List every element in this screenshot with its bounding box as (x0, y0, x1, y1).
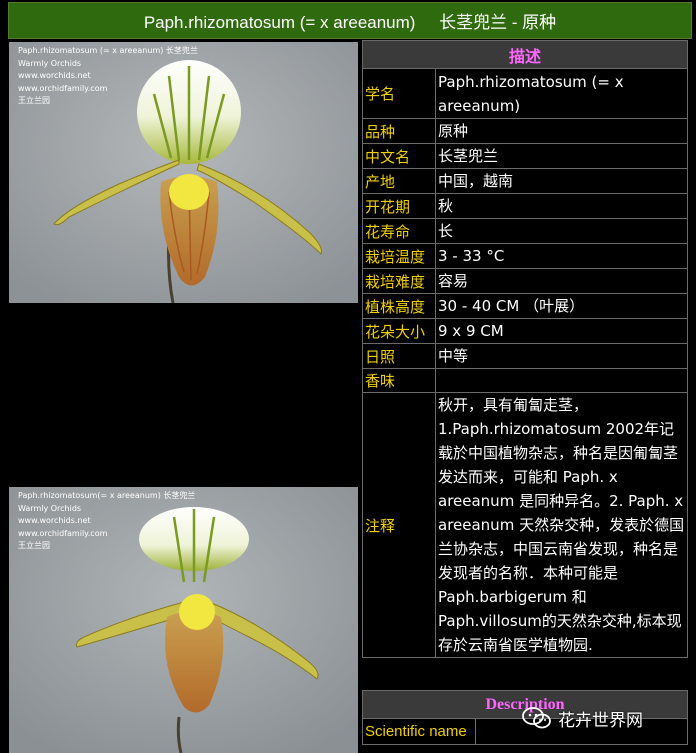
orchid-photo-1: Paph.rhizomatosum (= x areeanum) 长茎兜兰 Wa… (9, 42, 358, 303)
row-key: 花寿命 (362, 218, 436, 244)
row-key: 栽培难度 (362, 268, 436, 294)
row-key: 植株高度 (362, 293, 436, 319)
row-value (435, 368, 688, 393)
row-key: 花朵大小 (362, 318, 436, 344)
row-value: 中等 (435, 343, 688, 369)
row-key: 中文名 (362, 143, 436, 169)
photo-watermark-1: Paph.rhizomatosum (= x areeanum) 长茎兜兰 Wa… (18, 46, 198, 105)
row-key: 品种 (362, 118, 436, 144)
row-value: 容易 (435, 268, 688, 294)
wechat-icon (522, 707, 551, 729)
row-value: 长 (435, 218, 688, 244)
row-value: 30 - 40 CM （叶展） (435, 293, 688, 319)
description-header: 描述 (362, 40, 688, 69)
row-key: 学名 (362, 68, 436, 119)
row-key: 栽培温度 (362, 243, 436, 269)
row-value: 3 - 33 °C (435, 243, 688, 269)
description-table: 描述 学名 Paph.rhizomatosum (= x areeanum) 品种… (362, 40, 688, 658)
row-key: 香味 (362, 368, 436, 393)
row-value: 中国，越南 (435, 168, 688, 194)
row-key: 产地 (362, 168, 436, 194)
source-badge: 花卉世界网 (522, 700, 643, 736)
orchid-photo-2: Paph.rhizomatosum(= x areeanum) 长茎兜兰 War… (9, 487, 358, 753)
row-key: 日照 (362, 343, 436, 369)
row-key: 开花期 (362, 193, 436, 219)
row-value-notes: 秋开，具有匍匐走茎，1.Paph.rhizomatosum 2002年记载於中国… (435, 392, 688, 658)
row-value: 秋 (435, 193, 688, 219)
badge-text: 花卉世界网 (558, 710, 643, 731)
title-bar: Paph.rhizomatosum (= x areeanum) 长茎兜兰 - … (0, 0, 696, 40)
row-value: 9 x 9 CM (435, 318, 688, 344)
row-key: 注释 (362, 392, 436, 658)
photo-watermark-2: Paph.rhizomatosum(= x areeanum) 长茎兜兰 War… (18, 491, 196, 550)
page-title: Paph.rhizomatosum (= x areeanum) 长茎兜兰 - … (8, 2, 692, 39)
row-value: 长茎兜兰 (435, 143, 688, 169)
row-value: 原种 (435, 118, 688, 144)
row-key: Scientific name (362, 718, 476, 745)
row-value: Paph.rhizomatosum (= x areeanum) (435, 68, 688, 119)
